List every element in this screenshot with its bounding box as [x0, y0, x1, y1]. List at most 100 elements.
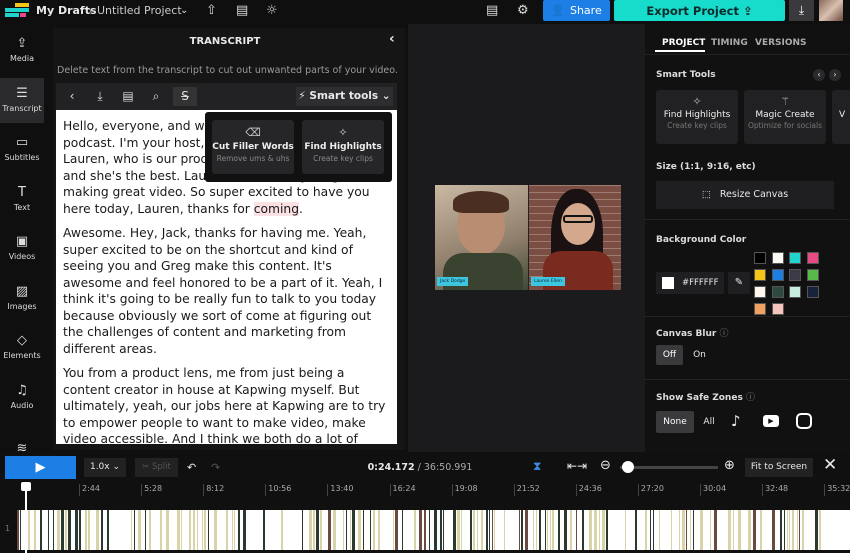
clip-segment[interactable] — [710, 510, 711, 550]
clip-segment[interactable] — [43, 510, 44, 550]
video-track[interactable] — [17, 510, 850, 550]
clip-segment[interactable] — [545, 510, 546, 550]
collapse-panel-icon[interactable]: ‹ — [389, 31, 395, 47]
clip-segment[interactable] — [328, 510, 331, 550]
clip-segment[interactable] — [57, 510, 60, 550]
clip-segment[interactable] — [748, 510, 751, 550]
smart-tools-button[interactable]: ⚡ Smart tools ⌄ — [296, 87, 393, 106]
clip-segment[interactable] — [700, 510, 703, 550]
tab-timing[interactable]: TIMING — [711, 38, 748, 48]
color-swatch[interactable] — [789, 252, 801, 264]
clip-segment[interactable] — [160, 510, 162, 550]
clip-segment[interactable] — [453, 510, 456, 550]
color-swatch[interactable] — [771, 269, 784, 281]
clip-segment[interactable] — [628, 510, 631, 550]
clip-segment[interactable] — [181, 510, 182, 550]
clip-segment[interactable] — [343, 510, 344, 550]
more-tool-card[interactable]: V — [832, 90, 850, 144]
background-color-input[interactable]: #FFFFFF — [656, 272, 724, 294]
clip-segment[interactable] — [365, 510, 366, 550]
clip-segment[interactable] — [134, 510, 135, 550]
clip-segment[interactable] — [564, 510, 567, 550]
clip-segment[interactable] — [533, 510, 534, 550]
clip-segment[interactable] — [797, 510, 798, 550]
clip-segment[interactable] — [232, 510, 233, 550]
tab-project[interactable]: PROJECT — [662, 38, 705, 48]
clip-segment[interactable] — [221, 510, 224, 550]
undo-icon[interactable]: ↶ — [187, 461, 196, 474]
clip-segment[interactable] — [725, 510, 726, 550]
clip-segment[interactable] — [320, 510, 322, 550]
clip-segment[interactable] — [645, 510, 647, 550]
clip-segment[interactable] — [118, 510, 121, 550]
clip-segment[interactable] — [73, 510, 74, 550]
clip-segment[interactable] — [599, 510, 600, 550]
color-swatch[interactable] — [754, 303, 766, 315]
clip-segment[interactable] — [174, 510, 176, 550]
clip-segment[interactable] — [477, 510, 478, 550]
clip-segment[interactable] — [252, 510, 254, 550]
clip-segment[interactable] — [576, 510, 577, 550]
clip-segment[interactable] — [707, 510, 709, 550]
clip-segment[interactable] — [350, 510, 351, 550]
clip-segment[interactable] — [248, 510, 249, 550]
scroll-left-icon[interactable]: ‹ — [813, 69, 825, 81]
clip-segment[interactable] — [721, 510, 724, 550]
zoom-slider[interactable] — [620, 466, 718, 469]
clip-segment[interactable] — [20, 510, 21, 550]
clip-segment[interactable] — [550, 510, 551, 550]
clip-segment[interactable] — [641, 510, 642, 550]
clip-segment[interactable] — [492, 510, 493, 550]
clip-segment[interactable] — [263, 510, 265, 550]
clip-segment[interactable] — [664, 510, 665, 550]
clip-segment[interactable] — [802, 510, 804, 550]
clip-segment[interactable] — [780, 510, 782, 550]
clip-segment[interactable] — [291, 510, 294, 550]
clip-segment[interactable] — [470, 510, 472, 550]
clip-segment[interactable] — [338, 510, 340, 550]
clip-segment[interactable] — [516, 510, 518, 550]
clip-segment[interactable] — [405, 510, 406, 550]
clip-segment[interactable] — [75, 510, 78, 550]
clip-segment[interactable] — [602, 510, 605, 550]
clip-segment[interactable] — [434, 510, 437, 550]
clip-segment[interactable] — [305, 510, 308, 550]
clip-segment[interactable] — [378, 510, 380, 550]
clip-segment[interactable] — [346, 510, 347, 550]
clip-segment[interactable] — [625, 510, 626, 550]
clip-segment[interactable] — [784, 510, 785, 550]
clip-segment[interactable] — [585, 510, 588, 550]
fit-tracks-icon[interactable]: ⇤⇥ — [567, 459, 587, 473]
clip-segment[interactable] — [88, 510, 90, 550]
clip-segment[interactable] — [686, 510, 687, 550]
clip-segment[interactable] — [582, 510, 584, 550]
clip-segment[interactable] — [789, 510, 790, 550]
clip-segment[interactable] — [766, 510, 769, 550]
clip-segment[interactable] — [131, 510, 132, 550]
clip-segment[interactable] — [302, 510, 303, 550]
subtitle-icon[interactable]: ▤ — [236, 3, 248, 18]
back-icon[interactable]: ‹ — [62, 87, 82, 106]
tiktok-icon[interactable]: ♪ — [731, 412, 741, 430]
color-swatch[interactable] — [754, 269, 766, 281]
clip-segment[interactable] — [91, 510, 93, 550]
clip-segment[interactable] — [208, 510, 209, 550]
clip-segment[interactable] — [650, 510, 651, 550]
clip-segment[interactable] — [287, 510, 289, 550]
download-icon[interactable]: ⤓ — [90, 87, 110, 106]
clip-segment[interactable] — [579, 510, 581, 550]
clip-segment[interactable] — [792, 510, 794, 550]
clip-segment[interactable] — [552, 510, 554, 550]
color-swatch[interactable] — [754, 252, 766, 264]
close-timeline-icon[interactable]: ✕ — [823, 455, 837, 475]
clip-segment[interactable] — [85, 510, 87, 550]
clip-segment[interactable] — [714, 510, 717, 550]
search-icon[interactable]: ⌕ — [146, 87, 166, 106]
clip-segment[interactable] — [268, 510, 271, 550]
clip-segment[interactable] — [107, 510, 109, 550]
clip-segment[interactable] — [402, 510, 403, 550]
clip-segment[interactable] — [807, 510, 810, 550]
clip-segment[interactable] — [521, 510, 523, 550]
clip-segment[interactable] — [536, 510, 537, 550]
clip-segment[interactable] — [48, 510, 49, 550]
